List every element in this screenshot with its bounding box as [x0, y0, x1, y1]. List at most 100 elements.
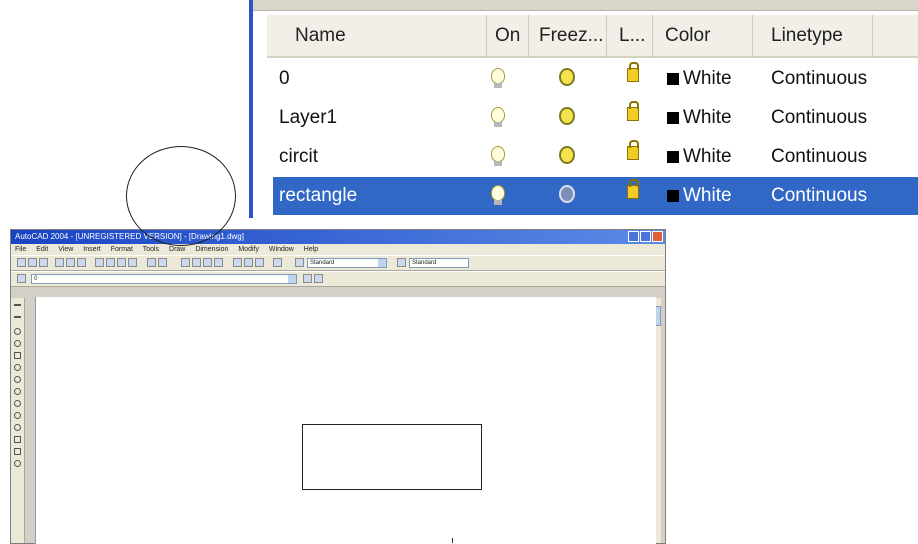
dim-style-icon — [397, 258, 406, 267]
zoom-previous-icon[interactable] — [214, 258, 223, 267]
zoom-realtime-icon[interactable] — [192, 258, 201, 267]
menu-window[interactable]: Window — [269, 246, 294, 253]
layer-color[interactable]: White — [667, 177, 732, 215]
layer-linetype[interactable]: Continuous — [771, 60, 867, 98]
column-color[interactable]: Color — [653, 15, 753, 57]
unlocked-padlock-icon[interactable] — [627, 101, 639, 121]
layer-combo[interactable]: 0 — [31, 274, 297, 284]
revision-cloud-icon[interactable] — [14, 388, 21, 395]
layer-color[interactable]: White — [667, 138, 732, 176]
menu-dimension[interactable]: Dimension — [195, 246, 228, 253]
unlocked-padlock-icon[interactable] — [627, 62, 639, 82]
unlocked-padlock-icon[interactable] — [627, 140, 639, 160]
make-block-icon[interactable] — [14, 448, 21, 455]
preview-icon[interactable] — [66, 258, 75, 267]
layer-color[interactable]: White — [667, 60, 732, 98]
chevron-down-icon — [378, 259, 386, 267]
column-on[interactable]: On — [487, 15, 529, 57]
menu-format[interactable]: Format — [111, 246, 133, 253]
ellipse-arc-icon[interactable] — [14, 424, 21, 431]
undo-icon[interactable] — [147, 258, 156, 267]
menu-insert[interactable]: Insert — [83, 246, 101, 253]
tool-palettes-icon[interactable] — [255, 258, 264, 267]
column-linetype[interactable]: Linetype — [753, 15, 873, 57]
layer-combo-value: 0 — [34, 276, 38, 282]
column-freeze[interactable]: Freez... — [529, 15, 607, 57]
publish-icon[interactable] — [77, 258, 86, 267]
spline-icon[interactable] — [14, 400, 21, 407]
insert-block-icon[interactable] — [14, 436, 21, 443]
layer-previous-icon[interactable] — [314, 274, 323, 283]
construction-line-icon[interactable] — [14, 316, 21, 318]
layer-properties-panel: Name On Freez... L... Color Linetype 0 W… — [249, 0, 918, 218]
layer-row-layer1[interactable]: Layer1 White Continuous — [275, 99, 918, 137]
plot-icon[interactable] — [55, 258, 64, 267]
layer-row-rectangle[interactable]: rectangle White Continuous — [273, 177, 918, 215]
text-style-value: Standard — [310, 260, 335, 266]
sun-thaw-icon[interactable] — [559, 146, 575, 164]
chevron-down-icon — [288, 275, 296, 283]
text-style-combo[interactable]: Standard — [307, 258, 387, 268]
zoom-window-icon[interactable] — [203, 258, 212, 267]
layer-linetype[interactable]: Continuous — [771, 99, 867, 137]
drawing-area[interactable] — [35, 297, 656, 544]
properties-icon[interactable] — [233, 258, 242, 267]
layer-linetype[interactable]: Continuous — [771, 138, 867, 176]
close-button[interactable] — [652, 231, 663, 242]
column-lock[interactable]: L... — [607, 15, 653, 57]
menu-view[interactable]: View — [58, 246, 73, 253]
dim-style-combo[interactable]: Standard — [409, 258, 469, 268]
new-icon[interactable] — [17, 258, 26, 267]
arc-icon[interactable] — [14, 364, 21, 371]
help-icon[interactable] — [273, 258, 282, 267]
paste-icon[interactable] — [117, 258, 126, 267]
column-lineweight[interactable] — [873, 15, 918, 57]
light-bulb-on-icon[interactable] — [491, 185, 505, 205]
menu-draw[interactable]: Draw — [169, 246, 185, 253]
copy-icon[interactable] — [106, 258, 115, 267]
layer-linetype[interactable]: Continuous — [771, 177, 867, 215]
minimize-button[interactable] — [628, 231, 639, 242]
drawn-rectangle[interactable] — [302, 424, 482, 490]
save-icon[interactable] — [39, 258, 48, 267]
open-icon[interactable] — [28, 258, 37, 267]
layer-color[interactable]: White — [667, 99, 732, 137]
layer-row-0[interactable]: 0 White Continuous — [275, 60, 918, 98]
make-current-layer-icon[interactable] — [303, 274, 312, 283]
rectangle-icon[interactable] — [14, 352, 21, 359]
light-bulb-on-icon[interactable] — [491, 146, 505, 166]
layer-manager-icon[interactable] — [17, 274, 26, 283]
ellipse-icon[interactable] — [14, 412, 21, 419]
menu-file[interactable]: File — [15, 246, 26, 253]
menu-tools[interactable]: Tools — [143, 246, 159, 253]
polyline-icon[interactable] — [14, 328, 21, 335]
polygon-icon[interactable] — [14, 340, 21, 347]
sun-thaw-icon[interactable] — [559, 107, 575, 125]
match-properties-icon[interactable] — [128, 258, 137, 267]
pan-icon[interactable] — [181, 258, 190, 267]
menu-modify[interactable]: Modify — [238, 246, 259, 253]
text-style-icon — [295, 258, 304, 267]
point-icon[interactable] — [14, 460, 21, 467]
light-bulb-on-icon[interactable] — [491, 107, 505, 127]
light-bulb-on-icon[interactable] — [491, 68, 505, 88]
layer-name: circit — [279, 146, 319, 167]
drawn-circle[interactable] — [126, 146, 236, 246]
maximize-button[interactable] — [640, 231, 651, 242]
column-name[interactable]: Name — [267, 15, 487, 57]
layer-row-circit[interactable]: circit White Continuous — [275, 138, 918, 176]
snowflake-frozen-icon[interactable] — [559, 185, 575, 203]
window-titlebar[interactable]: AutoCAD 2004 - [UNREGISTERED VERSION] - … — [11, 230, 665, 244]
color-swatch-icon — [667, 189, 679, 202]
cut-icon[interactable] — [95, 258, 104, 267]
layer-name: Layer1 — [279, 107, 338, 128]
circle-icon[interactable] — [14, 376, 21, 383]
line-icon[interactable] — [14, 304, 21, 306]
sun-thaw-icon[interactable] — [559, 68, 575, 86]
unlocked-padlock-icon[interactable] — [627, 179, 639, 199]
standard-toolbar: Standard Standard — [11, 255, 665, 271]
menu-edit[interactable]: Edit — [36, 246, 48, 253]
design-center-icon[interactable] — [244, 258, 253, 267]
redo-icon[interactable] — [158, 258, 167, 267]
menu-help[interactable]: Help — [304, 246, 318, 253]
